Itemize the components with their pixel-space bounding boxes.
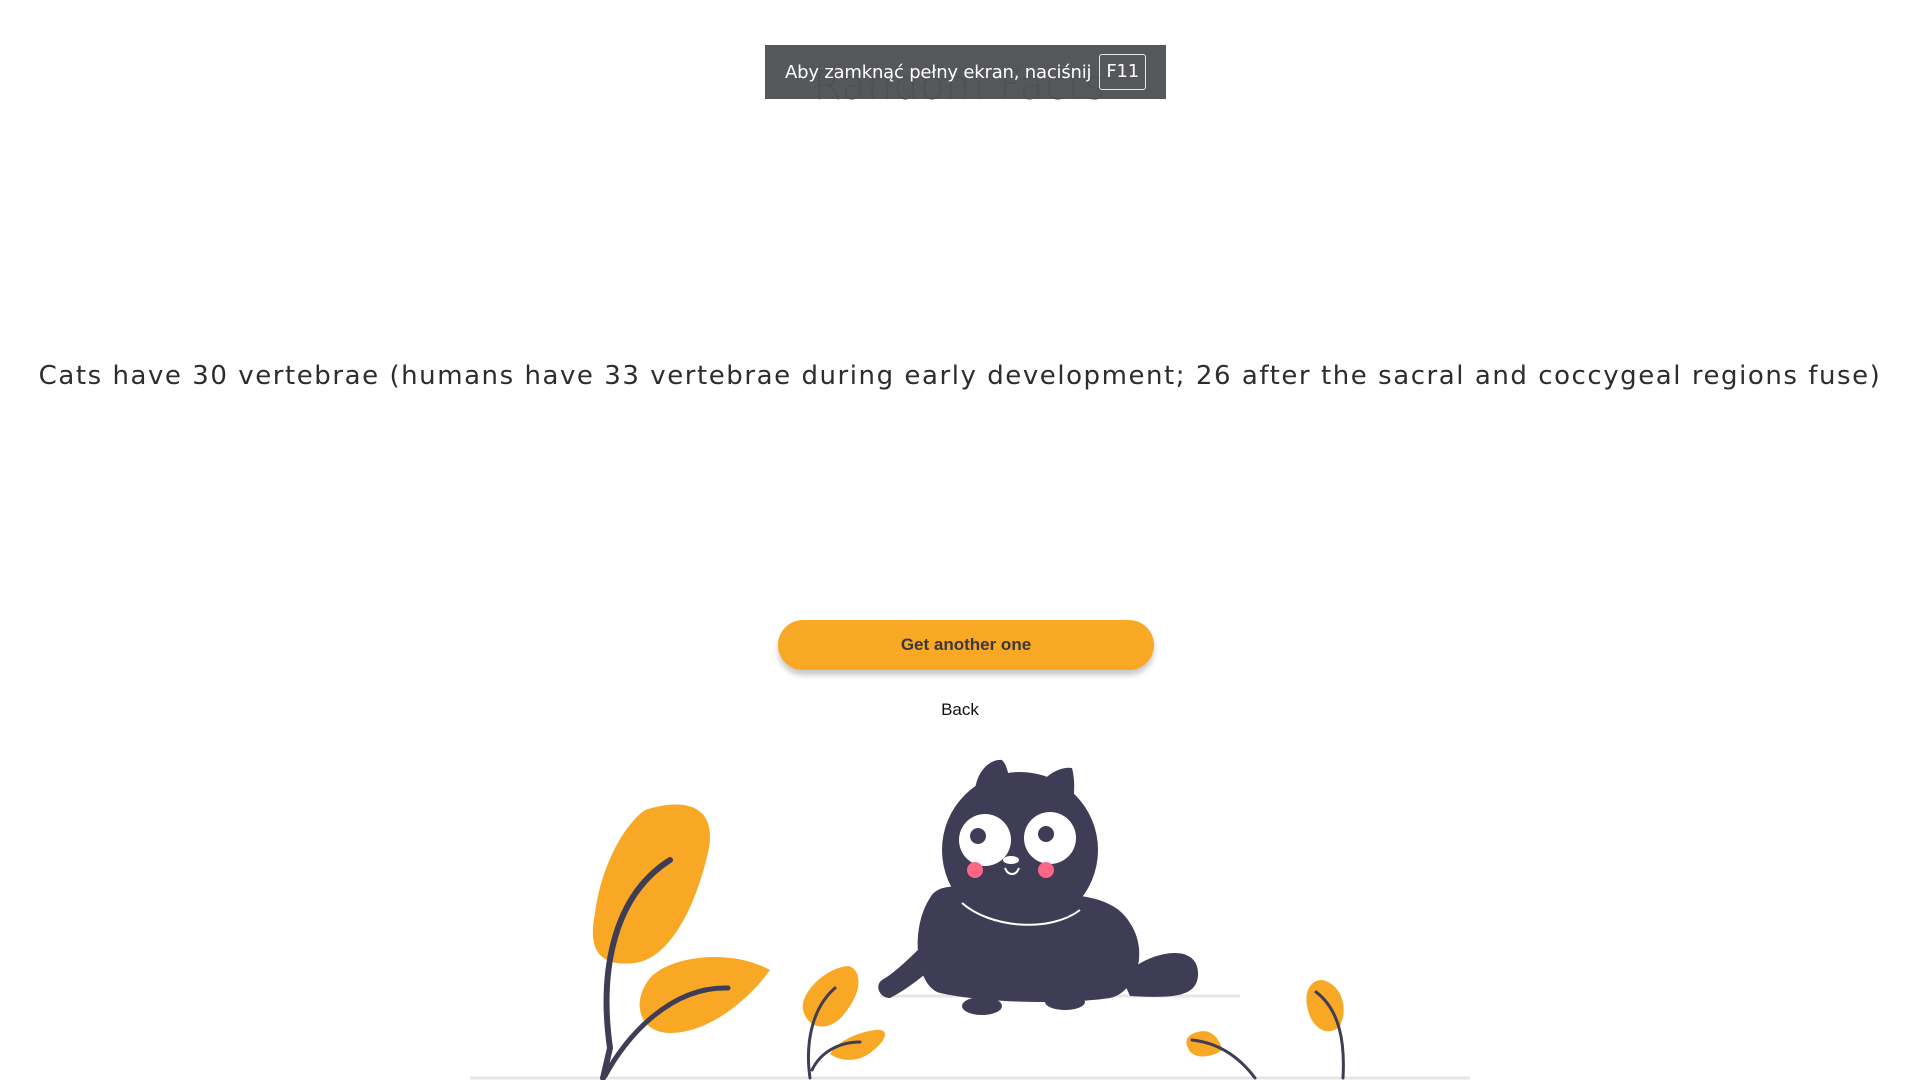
small-plant-right-icon <box>1186 1031 1257 1080</box>
fact-text: Cats have 30 vertebrae (humans have 33 v… <box>38 361 1882 391</box>
small-plant-left-icon <box>802 966 886 1080</box>
tall-plant-right-icon <box>1306 980 1345 1080</box>
large-plant-icon <box>592 804 770 1080</box>
cat-illustration-icon <box>470 759 1470 1080</box>
fullscreen-exit-notice: Aby zamknąć pełny ekran, naciśnij F11 <box>765 45 1166 99</box>
get-another-fact-button[interactable]: Get another one <box>778 620 1154 670</box>
back-link-container: Back <box>0 700 1920 720</box>
fullscreen-notice-text: Aby zamknąć pełny ekran, naciśnij <box>785 61 1092 83</box>
back-link[interactable]: Back <box>941 700 979 719</box>
f11-key-badge: F11 <box>1099 54 1146 90</box>
cat-icon <box>878 759 1199 1015</box>
